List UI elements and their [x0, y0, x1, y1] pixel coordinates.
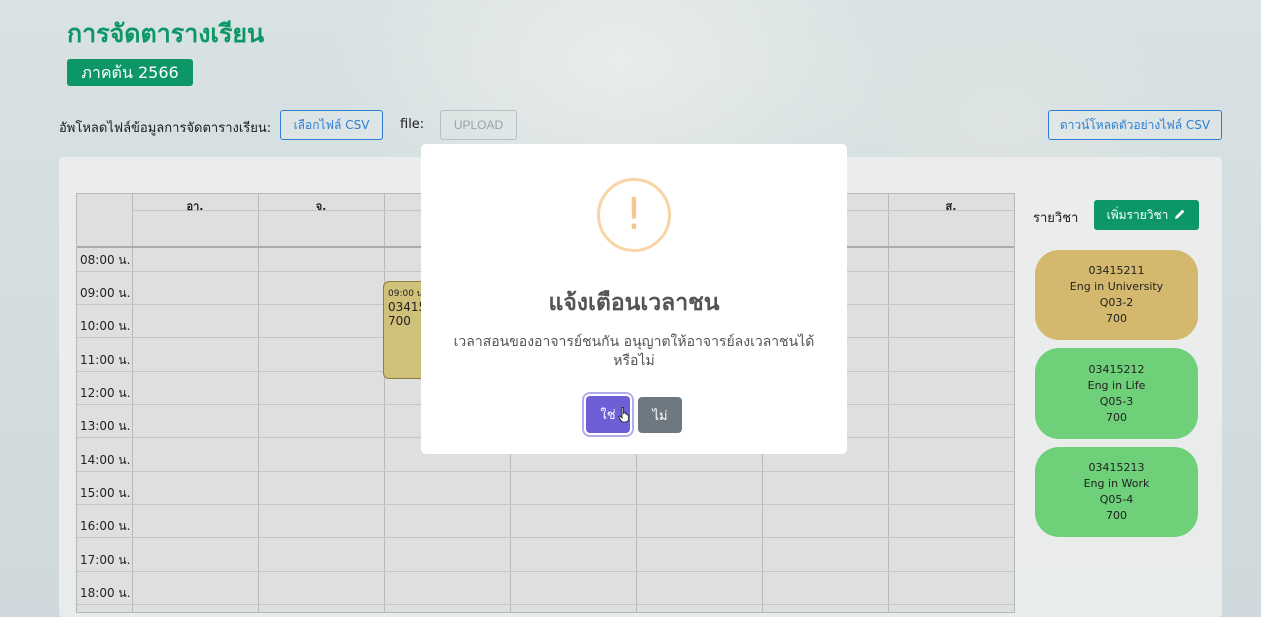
dialog-title: แจ้งเตือนเวลาชน	[548, 290, 720, 316]
cancel-button[interactable]: ไม่	[638, 397, 682, 433]
conflict-warning-dialog: ! แจ้งเตือนเวลาชน เวลาสอนของอาจารย์ชนกัน…	[421, 144, 847, 454]
warning-icon: !	[597, 178, 671, 252]
hand-cursor-icon	[618, 407, 630, 427]
dialog-message: เวลาสอนของอาจารย์ชนกัน อนุญาตให้อาจารย์ล…	[453, 334, 815, 369]
